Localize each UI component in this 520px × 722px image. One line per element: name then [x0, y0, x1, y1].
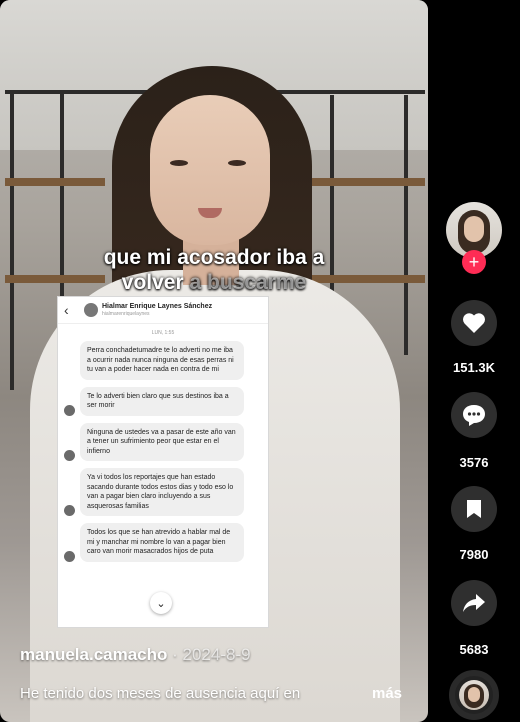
comment-button[interactable] [451, 392, 497, 438]
message-bubble: Te lo adverti bien claro que sus destino… [80, 386, 244, 416]
chat-contact-handle: hialmarenriquelaynes [102, 311, 150, 317]
message-bubble: Perra conchadetumadre te lo adverti no m… [80, 341, 244, 380]
comment-count: 3576 [459, 455, 489, 470]
chevron-down-icon: ⌄ [150, 592, 172, 614]
post-date: · 2024-8-9 [167, 645, 251, 664]
chat-message: Ya vi todos los reportajes que han estad… [64, 468, 260, 516]
share-arrow-icon [463, 594, 485, 612]
message-avatar-spacer [64, 369, 75, 380]
chat-message: Perra conchadetumadre te lo adverti no m… [64, 341, 260, 380]
like-count: 151.3K [453, 360, 495, 375]
message-avatar [64, 505, 75, 516]
caption-line-2: volver a buscarme [0, 271, 428, 295]
username[interactable]: manuela.camacho [20, 645, 167, 664]
shelf-post [404, 95, 408, 355]
post-description: He tenido dos meses de ausencia aquí en [20, 685, 301, 702]
message-bubble: Todos los que se han atrevido a hablar m… [80, 523, 244, 562]
post-author[interactable]: manuela.camacho · 2024-8-9 [20, 645, 251, 665]
message-bubble: Ninguna de ustedes va a pasar de este añ… [80, 422, 244, 461]
music-disc[interactable] [449, 670, 499, 720]
shelf-board [305, 178, 425, 186]
back-arrow-icon: ‹ [64, 302, 69, 318]
share-count: 5683 [459, 642, 489, 657]
chat-date: LUN, 1:55 [151, 330, 175, 336]
more-button[interactable]: más [372, 685, 402, 702]
chat-screenshot: ‹ Hialmar Enrique Laynes Sánchez hialmar… [57, 296, 269, 628]
chat-message: Ninguna de ustedes va a pasar de este añ… [64, 422, 260, 461]
video-player[interactable]: que mi acosador iba a volver a buscarme … [0, 0, 428, 722]
follow-button[interactable]: + [462, 250, 486, 274]
share-button[interactable] [451, 580, 497, 626]
person-eye [228, 160, 246, 166]
chat-message: Todos los que se han atrevido a hablar m… [64, 523, 260, 562]
message-bubble: Ya vi todos los reportajes que han estad… [80, 468, 244, 516]
save-button[interactable] [451, 486, 497, 532]
chat-message: Te lo adverti bien claro que sus destino… [64, 386, 260, 416]
avatar-face [464, 216, 484, 242]
chat-avatar [84, 303, 98, 317]
message-avatar [64, 404, 75, 416]
save-count: 7980 [459, 547, 489, 562]
chat-contact-name: Hialmar Enrique Laynes Sánchez [102, 303, 213, 310]
person-face [150, 95, 270, 245]
chat-header: ‹ Hialmar Enrique Laynes Sánchez hialmar… [58, 297, 268, 324]
like-button[interactable] [451, 300, 497, 346]
person-eye [170, 160, 188, 166]
music-disc-face [468, 687, 480, 702]
caption-line-1: que mi acosador iba a [103, 246, 325, 269]
shelf-post [10, 90, 14, 390]
bookmark-icon [467, 500, 481, 518]
caption-strong: volver [121, 271, 184, 294]
shelf-board [5, 178, 105, 186]
comment-icon [463, 405, 485, 426]
heart-icon [463, 313, 485, 333]
message-avatar [64, 450, 75, 461]
caption-dim: a buscarme [183, 271, 307, 294]
message-avatar [64, 550, 75, 562]
